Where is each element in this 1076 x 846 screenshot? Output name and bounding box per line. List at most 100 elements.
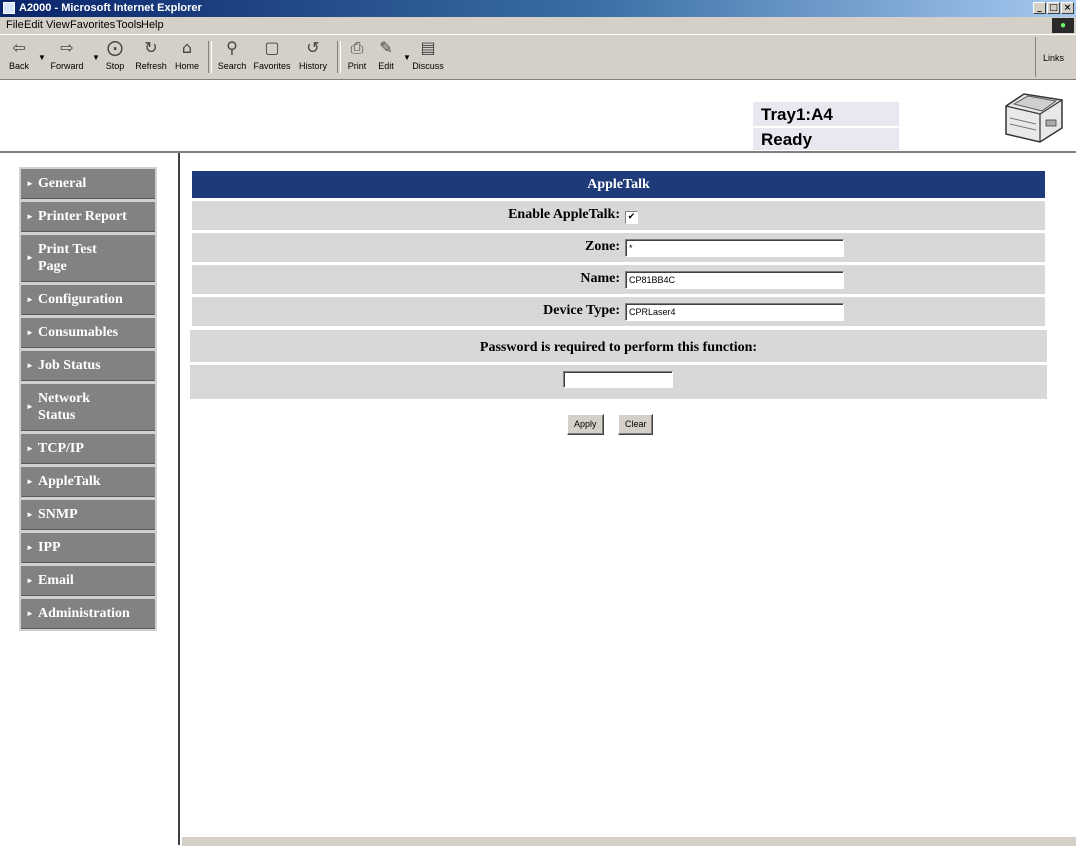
- section-heading: AppleTalk: [192, 171, 1045, 198]
- zone-row: Zone:: [192, 233, 1045, 265]
- menu-favorites[interactable]: Favorites: [70, 19, 115, 31]
- ie-throbber-icon: ●: [1052, 18, 1074, 33]
- window-title-bar: A2000 - Microsoft Internet Explorer _ □ …: [0, 0, 1076, 17]
- toolbar: ⇦ Back ▼ ⇨ Forward ▼ ⨀ Stop ↻ Refresh ⌂ …: [0, 34, 1076, 80]
- refresh-button[interactable]: ↻ Refresh: [133, 38, 169, 71]
- nav-item-label: SNMP: [38, 507, 78, 522]
- menu-view[interactable]: View: [46, 19, 70, 31]
- printer-icon: ⎙: [350, 38, 364, 57]
- search-icon: ⚲: [226, 38, 238, 57]
- nav-item-general[interactable]: ► General: [21, 169, 155, 199]
- search-button[interactable]: ⚲ Search: [214, 38, 250, 71]
- discuss-label: Discuss: [412, 61, 444, 71]
- apply-button[interactable]: Apply: [567, 414, 604, 435]
- arrow-right-icon: ►: [26, 509, 34, 519]
- arrow-right-icon: ►: [26, 360, 34, 370]
- toolbar-separator: [208, 41, 212, 73]
- password-input[interactable]: [563, 371, 673, 388]
- arrow-right-icon: ►: [26, 608, 34, 618]
- clear-button[interactable]: Clear: [617, 414, 654, 435]
- favorites-button[interactable]: ▢ Favorites: [251, 38, 293, 71]
- nav-item-job-status[interactable]: ► Job Status: [21, 351, 155, 381]
- stop-label: Stop: [105, 61, 125, 71]
- back-button[interactable]: ⇦ Back: [4, 38, 34, 71]
- close-button[interactable]: ×: [1061, 2, 1074, 14]
- refresh-icon: ↻: [144, 38, 158, 57]
- arrow-right-icon: ►: [26, 443, 34, 453]
- nav-item-email[interactable]: ► Email: [21, 566, 155, 596]
- printer-icon: [1005, 93, 1063, 143]
- enable-appletalk-checkbox[interactable]: ✔: [625, 211, 638, 224]
- home-label: Home: [174, 61, 199, 71]
- arrow-right-icon: ►: [26, 476, 34, 486]
- forward-arrow-icon: ⇨: [60, 38, 74, 57]
- device-type-input[interactable]: [625, 303, 844, 321]
- arrow-right-icon: ►: [26, 402, 34, 411]
- device-type-label: Device Type:: [543, 303, 620, 318]
- nav-item-appletalk[interactable]: ► AppleTalk: [21, 467, 155, 497]
- menu-file[interactable]: File: [6, 19, 24, 31]
- menu-bar: File Edit View Favorites Tools Help ●: [0, 17, 1076, 34]
- left-navigation-pane: ► General ► Printer Report ► Print Test Pag…: [0, 153, 180, 845]
- favorites-label: Favorites: [253, 61, 291, 71]
- print-label: Print: [347, 61, 367, 71]
- nav-item-consumables[interactable]: ► Consumables: [21, 318, 155, 348]
- password-divider: [190, 362, 1047, 365]
- nav-item-print-test-page[interactable]: ► Print Test Page: [21, 235, 155, 282]
- edit-button[interactable]: ✎ Edit: [374, 38, 398, 71]
- history-label: History: [298, 61, 327, 71]
- nav-item-label: Printer Report: [38, 209, 127, 224]
- links-bar[interactable]: Links: [1035, 37, 1076, 77]
- enable-appletalk-row: Enable AppleTalk: ✔: [192, 201, 1045, 233]
- back-dropdown-icon[interactable]: ▼: [38, 53, 46, 62]
- edit-icon: ✎: [379, 38, 393, 57]
- forward-label: Forward: [50, 61, 84, 71]
- edit-label: Edit: [378, 61, 394, 71]
- printer-ready-status: Ready: [761, 130, 813, 149]
- forward-button[interactable]: ⇨ Forward: [46, 38, 88, 71]
- window-controls: _ □ ×: [1033, 2, 1074, 14]
- nav-item-administration[interactable]: ► Administration: [21, 599, 155, 629]
- password-block: Password is required to perform this fun…: [190, 330, 1047, 399]
- status-panel: Tray1:A4 Ready: [753, 102, 899, 150]
- status-divider: [753, 126, 899, 128]
- arrow-right-icon: ►: [26, 178, 34, 188]
- nav-item-label: Network Status: [38, 391, 91, 423]
- forward-dropdown-icon[interactable]: ▼: [92, 53, 100, 62]
- nav-menu: ► General ► Printer Report ► Print Test Pag…: [19, 167, 157, 631]
- nav-item-network-status[interactable]: ► Network Status: [21, 384, 155, 431]
- minimize-button[interactable]: _: [1033, 2, 1046, 14]
- maximize-button[interactable]: □: [1047, 2, 1060, 14]
- stop-button[interactable]: ⨀ Stop: [100, 38, 130, 71]
- history-button[interactable]: ↺ History: [295, 38, 331, 71]
- discuss-button[interactable]: ▤ Discuss: [410, 38, 446, 71]
- nav-item-label: Configuration: [38, 292, 123, 307]
- arrow-right-icon: ►: [26, 542, 34, 552]
- zone-input[interactable]: [625, 239, 844, 257]
- menu-help[interactable]: Help: [141, 19, 164, 31]
- nav-item-ipp[interactable]: ► IPP: [21, 533, 155, 563]
- home-button[interactable]: ⌂ Home: [172, 38, 202, 71]
- name-input[interactable]: [625, 271, 844, 289]
- back-label: Back: [8, 61, 29, 71]
- arrow-right-icon: ►: [26, 253, 34, 262]
- main-content: AppleTalk Enable AppleTalk: ✔ Zone: Name…: [182, 153, 1076, 845]
- nav-item-snmp[interactable]: ► SNMP: [21, 500, 155, 530]
- favorites-icon: ▢: [264, 38, 280, 57]
- printer-status-header: Tray1:A4 Ready: [0, 80, 1076, 153]
- nav-item-configuration[interactable]: ► Configuration: [21, 285, 155, 315]
- nav-item-label: AppleTalk: [38, 474, 101, 489]
- arrow-right-icon: ►: [26, 211, 34, 221]
- name-row: Name:: [192, 265, 1045, 297]
- menu-tools[interactable]: Tools: [116, 19, 142, 31]
- nav-item-printer-report[interactable]: ► Printer Report: [21, 202, 155, 232]
- refresh-label: Refresh: [135, 61, 167, 71]
- menu-edit[interactable]: Edit: [24, 19, 43, 31]
- nav-item-label: IPP: [38, 540, 61, 555]
- print-button[interactable]: ⎙ Print: [343, 38, 371, 71]
- home-icon: ⌂: [181, 38, 193, 57]
- stop-icon: ⨀: [107, 38, 123, 57]
- discuss-icon: ▤: [420, 38, 436, 57]
- nav-item-label: Job Status: [38, 358, 101, 373]
- nav-item-tcpip[interactable]: ► TCP/IP: [21, 434, 155, 464]
